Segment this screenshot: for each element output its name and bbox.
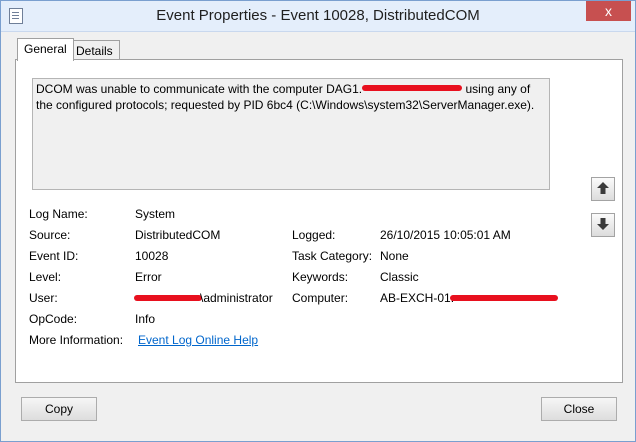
more-information-label: More Information: [29, 333, 124, 347]
keywords-label: Keywords: [292, 270, 349, 284]
source-value: DistributedCOM [135, 228, 221, 242]
log-name-value: System [135, 207, 176, 221]
event-id-label: Event ID: [29, 249, 79, 263]
opcode-value: Info [135, 312, 156, 326]
keywords-value: Classic [380, 270, 419, 284]
description-line1-end: using any of [462, 82, 531, 96]
computer-value: AB-EXCH-01. [380, 291, 455, 305]
logged-value: 26/10/2015 10:05:01 AM [380, 228, 511, 242]
close-button[interactable]: Close [541, 397, 617, 421]
title-bar[interactable]: Event Properties - Event 10028, Distribu… [1, 1, 635, 32]
log-name-label: Log Name: [29, 207, 88, 221]
task-category-label: Task Category: [292, 249, 373, 263]
arrow-up-icon [597, 182, 609, 194]
redaction-mark [450, 295, 558, 301]
description-box[interactable]: DCOM was unable to communicate with the … [32, 78, 550, 190]
user-value: \administrator [200, 291, 273, 305]
description-line2: the configured protocols; requested by P… [36, 98, 535, 112]
event-log-online-help-link[interactable]: Event Log Online Help [138, 333, 258, 347]
event-properties-window: Event Properties - Event 10028, Distribu… [0, 0, 636, 442]
close-window-button[interactable]: x [586, 1, 631, 21]
user-label: User: [29, 291, 58, 305]
logged-label: Logged: [292, 228, 336, 242]
description-line1-start: DCOM was unable to communicate with the … [36, 82, 363, 96]
redaction-mark [362, 85, 463, 91]
next-event-button[interactable] [591, 213, 615, 237]
copy-button[interactable]: Copy [21, 397, 97, 421]
arrow-down-icon [597, 218, 609, 230]
window-title: Event Properties - Event 10028, Distribu… [156, 7, 480, 24]
task-category-value: None [380, 249, 409, 263]
previous-event-button[interactable] [591, 177, 615, 201]
general-tab-panel: DCOM was unable to communicate with the … [15, 59, 623, 383]
source-label: Source: [29, 228, 71, 242]
opcode-label: OpCode: [29, 312, 78, 326]
computer-label: Computer: [292, 291, 349, 305]
description-text: DCOM was unable to communicate with the … [36, 81, 544, 113]
redaction-mark [134, 295, 202, 301]
tab-details[interactable]: Details [69, 40, 120, 61]
event-id-value: 10028 [135, 249, 169, 263]
level-value: Error [135, 270, 162, 284]
tab-general[interactable]: General [17, 38, 74, 61]
level-label: Level: [29, 270, 62, 284]
